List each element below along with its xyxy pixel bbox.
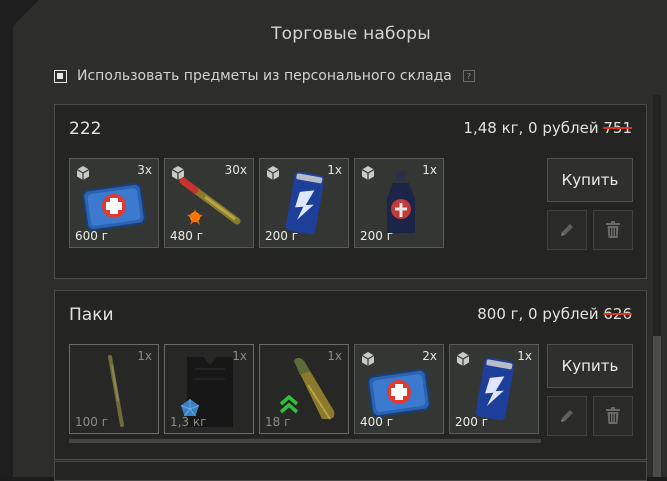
item-slot[interactable]: 1x 1,3 кг	[164, 344, 254, 434]
edit-button[interactable]	[547, 396, 587, 436]
use-storage-checkbox[interactable]	[54, 69, 67, 83]
item-weight: 400 г	[360, 415, 394, 429]
item-weight: 100 г	[75, 415, 109, 429]
delete-button[interactable]	[593, 396, 633, 436]
item-slot[interactable]: 1x 200 г	[354, 158, 444, 248]
item-qty: 1x	[327, 349, 342, 363]
buy-button[interactable]: Купить	[547, 344, 633, 388]
cube-icon	[266, 166, 280, 180]
cube-icon	[76, 166, 90, 180]
cube-icon	[171, 166, 185, 180]
item-weight: 600 г	[75, 229, 109, 243]
item-weight: 1,3 кг	[170, 415, 207, 429]
trade-set-paki: Паки 800 г, 0 рублей 626 1x 100 г 1x 1,3…	[54, 290, 647, 460]
item-qty: 1x	[422, 163, 437, 177]
item-weight: 18 г	[265, 415, 291, 429]
set-price-text: 1,48 кг, 0 рублей	[463, 119, 599, 137]
trash-icon	[606, 407, 620, 424]
cube-icon	[361, 352, 375, 366]
set-name: 222	[69, 119, 102, 139]
item-slot[interactable]: 1x 100 г	[69, 344, 159, 434]
cube-icon	[361, 166, 375, 180]
set-price: 1,48 кг, 0 рублей 751	[463, 119, 632, 137]
item-weight: 200 г	[265, 229, 299, 243]
pencil-icon	[561, 224, 573, 236]
item-slot[interactable]: 2x 400 г	[354, 344, 444, 434]
vertical-scrollbar-thumb[interactable]	[653, 336, 661, 477]
use-storage-label: Использовать предметы из персонального с…	[77, 68, 452, 84]
trade-set-partial	[54, 461, 647, 481]
item-qty: 30x	[224, 163, 247, 177]
set-old-price: 751	[603, 119, 632, 137]
cube-icon	[456, 352, 470, 366]
item-slot[interactable]: 3x 600 г	[69, 158, 159, 248]
trash-icon	[606, 221, 620, 238]
pencil-icon	[561, 410, 573, 422]
item-slot[interactable]: 1x 200 г	[259, 158, 349, 248]
item-qty: 1x	[137, 349, 152, 363]
window-title: Торговые наборы	[271, 24, 431, 44]
help-icon[interactable]: ?	[462, 70, 475, 82]
set-old-price: 626	[603, 305, 632, 323]
chevron-up-icon	[279, 395, 299, 414]
item-weight: 200 г	[360, 229, 394, 243]
item-qty: 1x	[232, 349, 247, 363]
trade-set-222: 222 1,48 кг, 0 рублей 751 3x 600 г 30x 4…	[54, 104, 647, 279]
edit-button[interactable]	[547, 210, 587, 250]
use-storage-option[interactable]: Использовать предметы из персонального с…	[54, 66, 475, 86]
buy-button[interactable]: Купить	[547, 158, 633, 202]
set-name: Паки	[69, 305, 114, 325]
delete-button[interactable]	[593, 210, 633, 250]
items-horizontal-scrollbar[interactable]	[69, 439, 541, 443]
item-qty: 1x	[517, 349, 532, 363]
set-price-text: 800 г, 0 рублей	[477, 305, 599, 323]
item-slot[interactable]: 1x 200 г	[449, 344, 539, 434]
item-slot[interactable]: 30x 480 г	[164, 158, 254, 248]
item-weight: 200 г	[455, 415, 489, 429]
item-weight: 480 г	[170, 229, 204, 243]
item-slot[interactable]: 1x 18 г	[259, 344, 349, 434]
set-price: 800 г, 0 рублей 626	[477, 305, 632, 323]
item-qty: 3x	[137, 163, 152, 177]
item-qty: 2x	[422, 349, 437, 363]
item-qty: 1x	[327, 163, 342, 177]
